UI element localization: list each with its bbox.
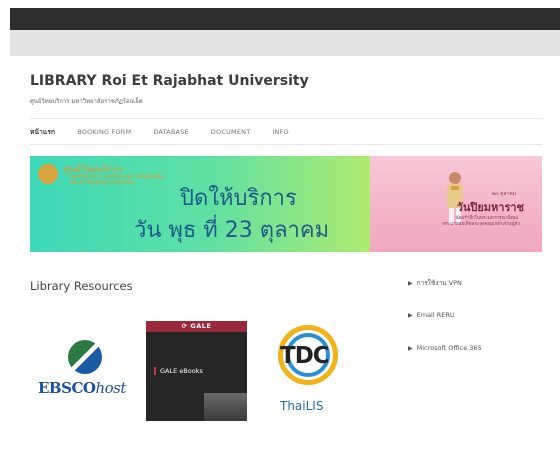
nav-item-document[interactable]: DOCUMENT (211, 128, 251, 136)
library-logo-icon (38, 164, 58, 184)
tdc-wordmark: TDC (280, 343, 330, 369)
banner-org-line3: Roi Et Rajabhat University (70, 180, 136, 186)
gale-brand-text: GALE (190, 322, 212, 330)
divider (30, 144, 542, 145)
sidebar-link-label: Email RERU (416, 311, 455, 319)
triangle-right-icon: ▶ (408, 312, 413, 319)
sidebar-link-label: การใช้งาน VPN (416, 279, 462, 287)
nav-item-home[interactable]: หน้าแรก (30, 127, 55, 137)
banner-commemoration-panel: ๒๓ ตุลาคม วันปิยมหาราช น้อมรำลึกในพระมหา… (370, 156, 542, 252)
ebscohost-logo[interactable]: EBSCOhost (38, 340, 134, 402)
nav-item-info[interactable]: INFO (272, 128, 288, 136)
ebsco-suffix: host (95, 379, 126, 397)
ebsco-brand: EBSCO (38, 379, 96, 397)
sidebar-link-label: Microsoft Office 365 (416, 344, 482, 352)
main-navigation: หน้าแรก BOOKING FORM DATABASE DOCUMENT I… (30, 125, 311, 139)
triangle-right-icon: ▶ (408, 280, 413, 287)
sidebar-link-office365[interactable]: ▶ Microsoft Office 365 (408, 344, 482, 352)
banner-closure-date: วัน พุธ ที่ 23 ตุลาคม (134, 218, 330, 243)
nav-item-database[interactable]: DATABASE (153, 128, 188, 136)
sidebar-link-vpn[interactable]: ▶ การใช้งาน VPN (408, 278, 462, 288)
tdc-thailis-logo[interactable]: TDC ThaiLIS (264, 321, 354, 417)
books-image (204, 393, 247, 421)
announcement-banner[interactable]: ศูนย์วิทยบริการ ศูนย์วิทยบริการ มหาวิทยา… (30, 156, 542, 252)
banner-closure-heading: ปิดให้บริการ (180, 186, 297, 211)
site-title[interactable]: LIBRARY Roi Et Rajabhat University (30, 73, 309, 89)
triangle-right-icon: ▶ (408, 345, 413, 352)
gale-ebooks-label: GALE eBooks (154, 367, 203, 375)
gale-brand: ⟳ GALE (146, 322, 247, 330)
commemoration-detail: พระบาทสมเด็จพระจุลจอมเกล้าเจ้าอยู่หัว (442, 222, 520, 227)
ebsco-wordmark: EBSCOhost (38, 379, 126, 397)
commemoration-date: ๒๓ ตุลาคม (491, 191, 516, 197)
ebsco-globe-icon (68, 340, 102, 374)
divider (30, 118, 542, 119)
thailis-wordmark: ThaiLIS (280, 399, 324, 413)
sidebar-link-email[interactable]: ▶ Email RERU (408, 311, 455, 319)
gale-ebooks-logo[interactable]: ⟳ GALE GALE eBooks (146, 321, 247, 421)
site-subtitle: ศูนย์วิทยบริการ มหาวิทยาลัยราชภัฏร้อยเอ็… (30, 98, 143, 105)
resources-heading: Library Resources (30, 279, 133, 293)
browser-top-bar (10, 8, 560, 30)
nav-item-booking-form[interactable]: BOOKING FORM (77, 128, 131, 136)
site-header-bar (10, 30, 560, 56)
